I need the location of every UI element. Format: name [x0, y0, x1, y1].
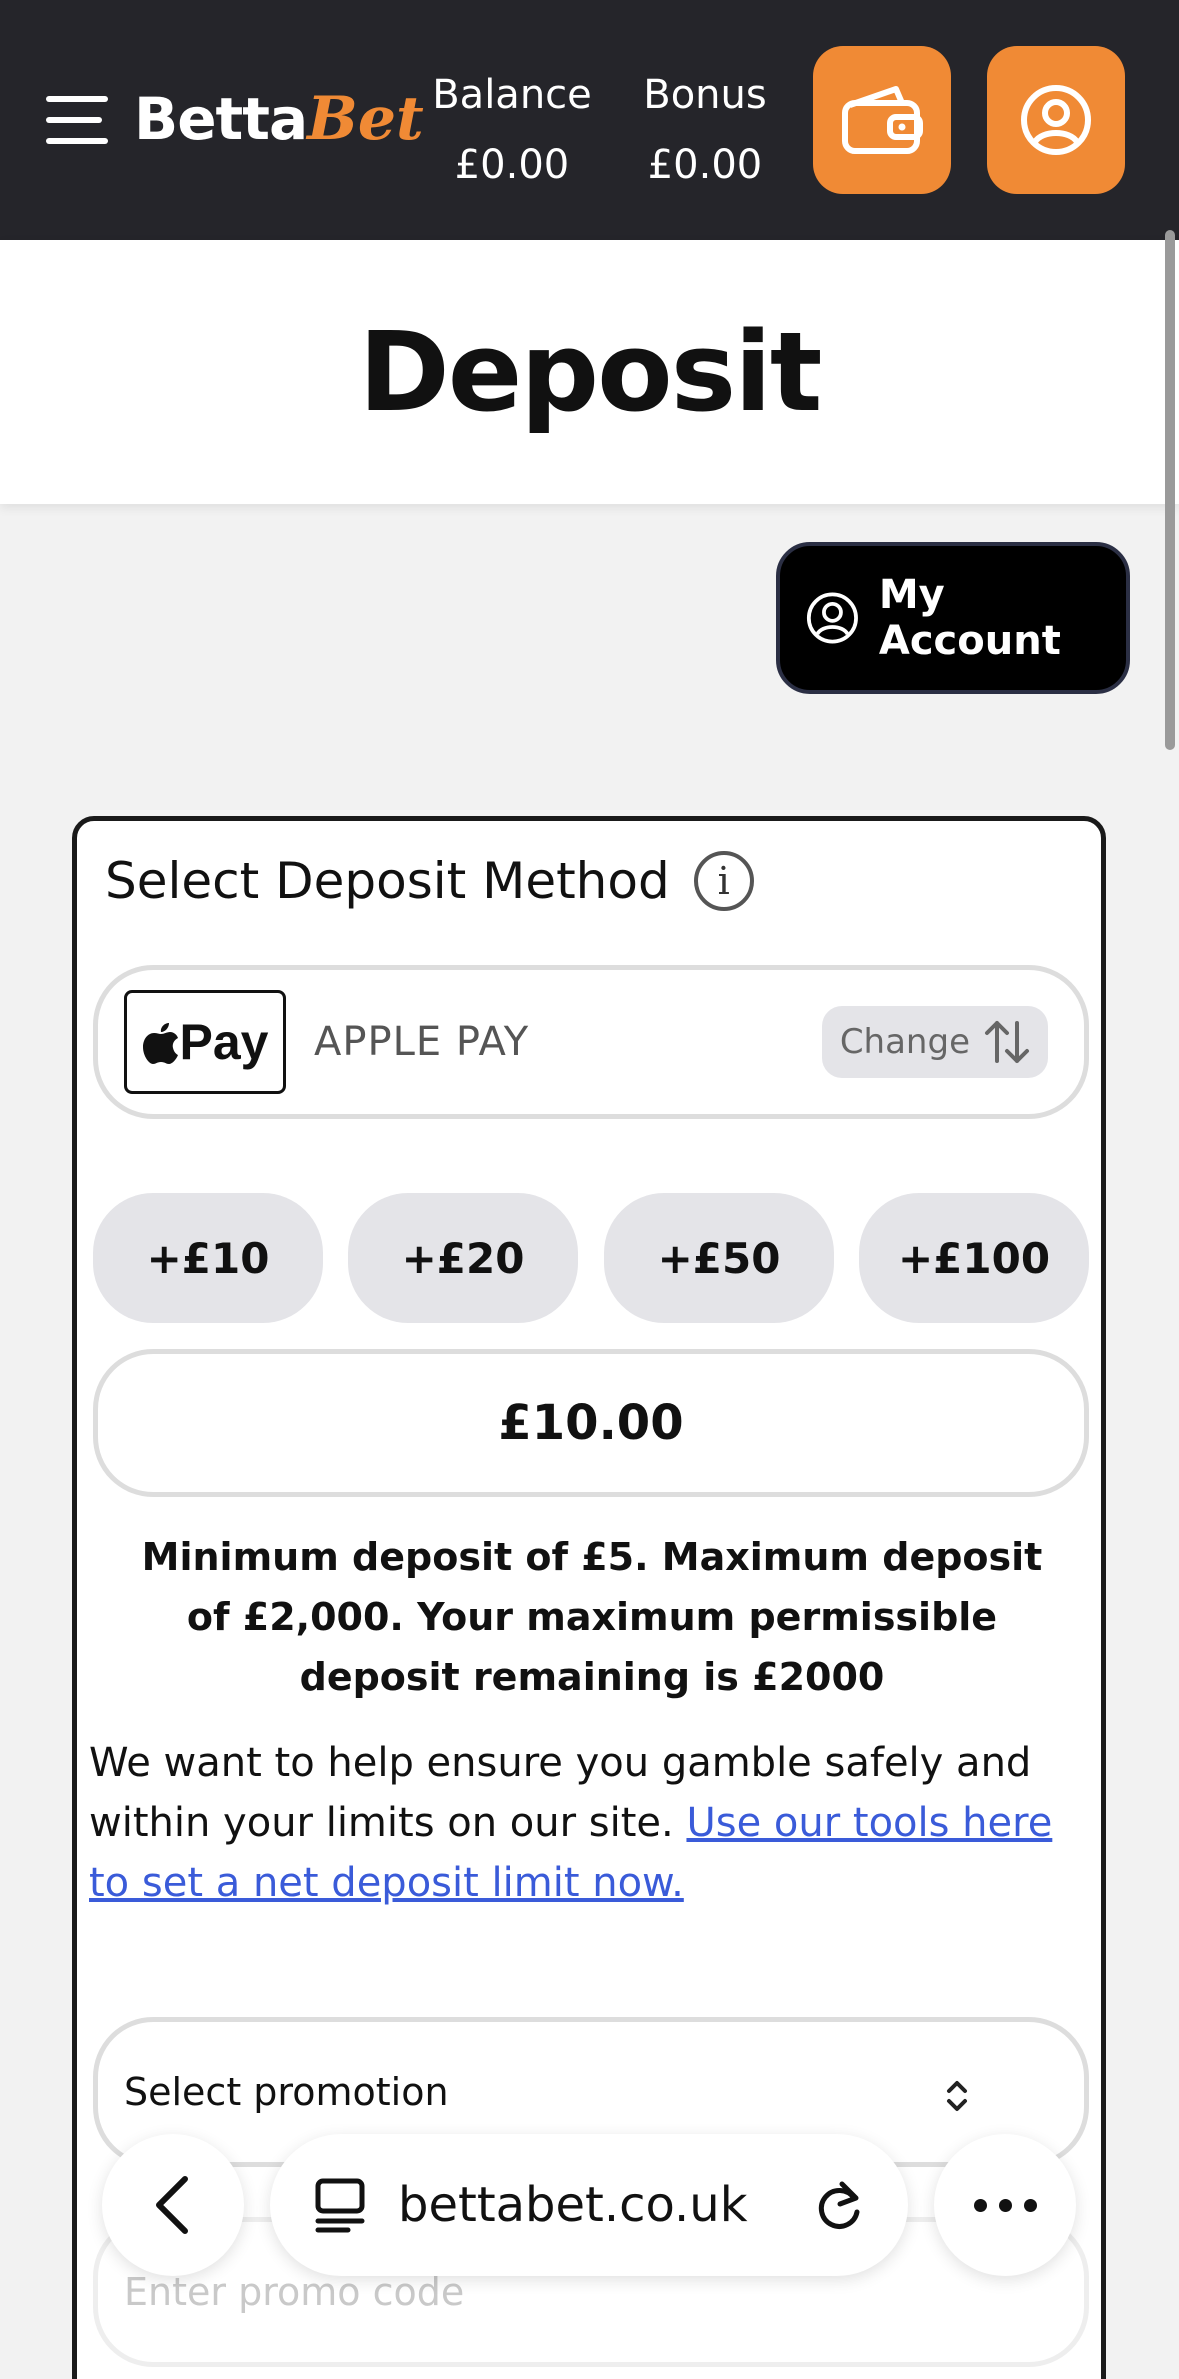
change-method-button[interactable]: Change [821, 1006, 1048, 1078]
bonus-label: Bonus [643, 72, 767, 118]
my-account-button[interactable]: My Account [776, 542, 1130, 694]
user-icon [806, 592, 858, 644]
balance-display: Balance £0.00 [430, 60, 594, 200]
user-icon [1021, 85, 1091, 155]
bonus-display: Bonus £0.00 [630, 60, 780, 200]
tabs-icon [315, 2178, 365, 2233]
balance-label: Balance [432, 72, 592, 118]
scrollbar[interactable] [1165, 230, 1175, 750]
promotion-select-label: Select promotion [124, 2070, 449, 2114]
safer-gambling-text: We want to help ensure you gamble safely… [89, 1733, 1089, 1913]
section-title: Select Deposit Method [105, 852, 670, 910]
apple-icon [142, 1023, 178, 1064]
chevron-left-icon [156, 2176, 188, 2234]
title-band: Deposit [0, 240, 1179, 504]
my-account-label: My Account [878, 572, 1061, 664]
info-icon[interactable]: i [693, 851, 754, 911]
change-label: Change [839, 1022, 970, 1062]
page-title: Deposit [358, 308, 823, 436]
wallet-button[interactable] [813, 46, 951, 194]
method-name: APPLE PAY [314, 1019, 530, 1065]
more-icon [973, 2198, 1037, 2212]
deposit-limits-text: Minimum deposit of £5. Maximum deposit o… [141, 1535, 1043, 1699]
quick-amount-100-button[interactable]: +£100 [859, 1193, 1089, 1323]
browser-address-bar[interactable]: bettabet.co.uk [270, 2134, 908, 2276]
bettabet-logo[interactable]: Betta Bet [134, 84, 424, 164]
browser-back-button[interactable] [102, 2134, 244, 2276]
balance-value: £0.00 [454, 142, 570, 188]
logo-text-bet: Bet [307, 84, 424, 154]
quick-amount-20-button[interactable]: +£20 [348, 1193, 578, 1323]
top-bar: Betta Bet Balance £0.00 Bonus £0.00 [0, 0, 1179, 240]
apple-pay-badge-text: Pay [179, 1014, 269, 1070]
apple-pay-badge: Pay [124, 990, 286, 1094]
quick-amount-10-button[interactable]: +£10 [93, 1193, 323, 1323]
chevron-up-down-icon [947, 2081, 967, 2111]
deposit-method-heading: Select Deposit Method i [105, 851, 754, 911]
logo-text-betta: Betta [134, 85, 308, 153]
menu-icon[interactable] [46, 96, 108, 144]
url-text: bettabet.co.uk [398, 2177, 748, 2233]
quick-amount-50-button[interactable]: +£50 [604, 1193, 834, 1323]
browser-more-button[interactable] [934, 2134, 1076, 2276]
sort-arrows-icon [985, 1021, 1029, 1063]
deposit-amount-input[interactable]: £10.00 [93, 1349, 1089, 1497]
reload-icon[interactable] [814, 2180, 864, 2232]
bonus-value: £0.00 [647, 142, 763, 188]
profile-button[interactable] [987, 46, 1125, 194]
deposit-method-selector[interactable]: Pay APPLE PAY Change [93, 965, 1089, 1119]
wallet-icon [842, 86, 923, 154]
